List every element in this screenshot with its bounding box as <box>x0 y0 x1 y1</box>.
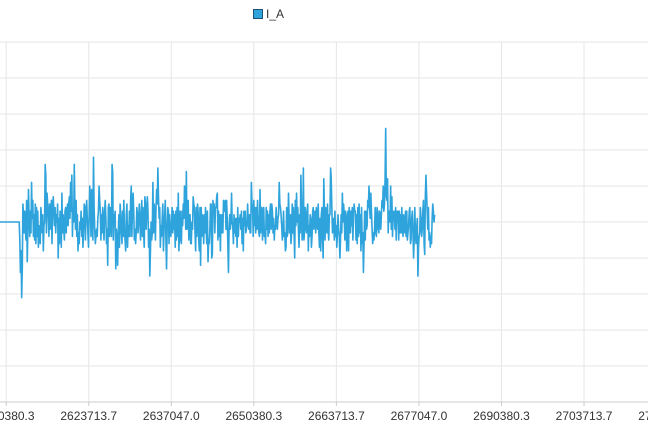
legend-label-i-a: I_A <box>266 7 285 21</box>
legend-swatch-i-a <box>253 9 263 19</box>
x-tick-label: 2650380.3 <box>225 409 282 423</box>
x-tick-label: 2677047.0 <box>391 409 448 423</box>
legend[interactable]: I_A <box>253 7 284 21</box>
x-tick-label: 2717047.0 <box>638 409 648 423</box>
x-tick-label: 2610380.3 <box>0 409 35 423</box>
x-tick-label: 2663713.7 <box>308 409 365 423</box>
x-tick-label: 2703713.7 <box>556 409 613 423</box>
series-layer <box>0 127 436 299</box>
plot-area: 2610380.3 2623713.7 2637047.0 2650380.3 2663… <box>0 41 648 423</box>
series-line-i-a <box>0 127 436 299</box>
x-axis: 2610380.3 2623713.7 2637047.0 2650380.3 2663… <box>0 401 648 423</box>
x-tick-label: 2637047.0 <box>143 409 200 423</box>
chart: I_A 2610380.3 2623713.7 2637047.0 2650380.3… <box>0 0 648 428</box>
x-tick-label: 2690380.3 <box>473 409 530 423</box>
x-tick-label: 2623713.7 <box>60 409 117 423</box>
